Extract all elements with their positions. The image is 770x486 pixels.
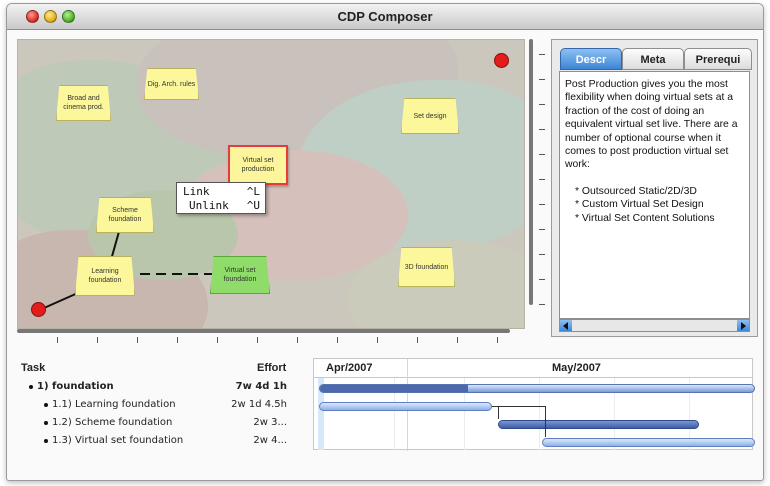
scroll-right-arrow-icon[interactable] xyxy=(737,320,749,331)
map-node-label: Virtual set production xyxy=(241,157,275,173)
map-node-label: Learning foundation xyxy=(88,268,122,284)
dependency-line xyxy=(498,406,499,419)
menu-item-label: Unlink xyxy=(189,199,229,212)
bullet-item: * Outsourced Static/2D/3D xyxy=(575,185,697,197)
map-node[interactable]: Broad and cinema prod. xyxy=(56,85,111,121)
start-point-marker[interactable] xyxy=(31,302,46,317)
map-node[interactable]: Dig. Arch. rules xyxy=(144,68,199,100)
concept-map-canvas[interactable]: Broad and cinema prod. Dig. Arch. rules … xyxy=(17,39,525,329)
gantt-chart[interactable]: Apr/2007 May/2007 xyxy=(313,358,755,451)
map-node-label: Dig. Arch. rules xyxy=(147,80,196,88)
tab-descr[interactable]: Descr xyxy=(560,48,622,70)
task-gantt-section: Task Effort 1) foundation 7w 4d 1h 1.1) … xyxy=(7,354,763,480)
map-node-label: Broad and cinema prod. xyxy=(63,95,104,111)
bullet-item: * Virtual Set Content Solutions xyxy=(575,212,715,224)
task-effort: 2w 4... xyxy=(253,435,287,446)
task-effort: 2w 1d 4.5h xyxy=(231,399,287,410)
task-name: 1) foundation xyxy=(37,381,114,392)
task-bullet-icon xyxy=(44,421,48,425)
gantt-bar-progress xyxy=(320,385,468,392)
gantt-bar-virtual-set[interactable] xyxy=(542,438,755,447)
month-label: Apr/2007 xyxy=(326,362,373,374)
gantt-month-header: Apr/2007 May/2007 xyxy=(314,359,752,378)
task-column-header[interactable]: Task xyxy=(21,362,45,374)
menu-item-label: Link xyxy=(183,185,210,198)
task-bullet-icon xyxy=(44,439,48,443)
month-label: May/2007 xyxy=(552,362,601,374)
task-bullet-icon xyxy=(44,403,48,407)
description-text-area[interactable]: Post Production gives you the most flexi… xyxy=(559,71,750,319)
canvas-horizontal-scrollbar[interactable] xyxy=(17,329,510,333)
scroll-left-arrow-icon[interactable] xyxy=(560,320,572,331)
map-node-label: Set design xyxy=(413,112,447,120)
map-node[interactable]: Virtual set foundation xyxy=(210,256,270,294)
map-node[interactable]: 3D foundation xyxy=(398,247,455,287)
description-text: Post Production gives you the most flexi… xyxy=(565,79,738,171)
horizontal-ruler xyxy=(17,337,527,345)
inspector-panel: Descr Meta Prerequi Post Production give… xyxy=(551,39,758,337)
dependency-line xyxy=(498,406,545,407)
map-node-label: Scheme foundation xyxy=(108,207,142,223)
dependency-line xyxy=(545,406,546,437)
map-node[interactable]: Scheme foundation xyxy=(96,197,154,233)
menu-item-link[interactable]: Link ^L xyxy=(177,185,265,199)
task-row[interactable]: 1.1) Learning foundation 2w 1d 4.5h xyxy=(7,397,307,415)
map-node-label: 3D foundation xyxy=(404,263,449,271)
description-bullets: * Outsourced Static/2D/3D * Custom Virtu… xyxy=(565,185,745,225)
task-name: 1.3) Virtual set foundation xyxy=(52,435,184,446)
task-effort: 2w 3... xyxy=(253,417,287,428)
vertical-ruler xyxy=(539,44,547,324)
effort-column-header[interactable]: Effort xyxy=(257,362,286,374)
menu-item-unlink[interactable]: Unlink ^U xyxy=(177,199,265,213)
task-bullet-icon xyxy=(29,385,33,389)
connector-start-learning xyxy=(43,291,81,309)
task-row[interactable]: 1) foundation 7w 4d 1h xyxy=(7,379,307,397)
bullet-item: * Custom Virtual Set Design xyxy=(575,199,704,211)
gantt-bar-scheme[interactable] xyxy=(498,420,699,429)
tab-prerequi[interactable]: Prerequi xyxy=(684,48,752,70)
app-window: CDP Composer Broad and cinema prod. Dig.… xyxy=(6,3,764,481)
title-bar: CDP Composer xyxy=(7,4,763,30)
canvas-vertical-scrollbar[interactable] xyxy=(529,39,533,305)
tab-meta[interactable]: Meta xyxy=(622,48,684,70)
map-node[interactable]: Learning foundation xyxy=(75,256,135,296)
task-row[interactable]: 1.2) Scheme foundation 2w 3... xyxy=(7,415,307,433)
inspector-horizontal-scrollbar[interactable] xyxy=(559,319,750,332)
task-row[interactable]: 1.3) Virtual set foundation 2w 4... xyxy=(7,433,307,451)
map-node-label: Virtual set foundation xyxy=(223,267,257,283)
gantt-bar-learning[interactable] xyxy=(319,402,492,411)
task-name: 1.2) Scheme foundation xyxy=(52,417,173,428)
menu-item-shortcut: ^U xyxy=(246,199,260,212)
task-name: 1.1) Learning foundation xyxy=(52,399,176,410)
window-title: CDP Composer xyxy=(337,9,433,24)
map-node[interactable]: Set design xyxy=(401,98,459,134)
task-effort: 7w 4d 1h xyxy=(235,381,287,392)
menu-item-shortcut: ^L xyxy=(246,185,260,198)
map-node-selected[interactable]: Virtual set production xyxy=(228,145,288,185)
context-menu: Link ^L Unlink ^U xyxy=(176,182,266,214)
end-point-marker[interactable] xyxy=(494,53,509,68)
